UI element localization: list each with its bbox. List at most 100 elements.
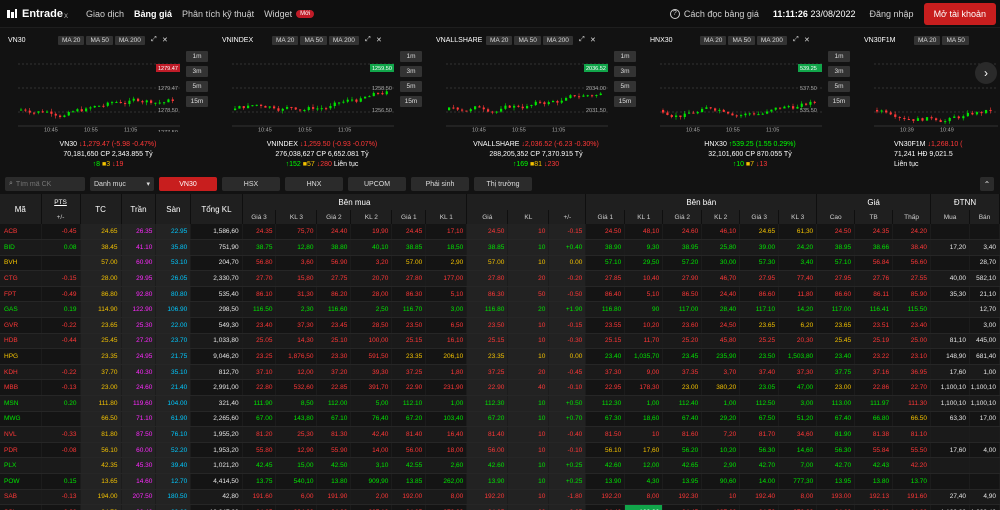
login-link[interactable]: Đăng nhập (870, 9, 914, 19)
expand-icon[interactable]: ⤢ (150, 36, 158, 44)
ma-toggle-3[interactable]: MA 200 (114, 35, 145, 45)
table-row-nvl[interactable]: NVL -0.33 81.80 87.50 76.10 1,955,20 81.20 25,3… (0, 426, 1000, 443)
ma-toggle-2[interactable]: MA 50 (942, 35, 969, 45)
table-row-mwg[interactable]: MWG 66.50 71.10 61.90 2,265,60 67.00 143,80 67.… (0, 411, 1000, 428)
search-input[interactable] (15, 180, 82, 188)
timeframe-5m[interactable]: 5m (400, 81, 422, 92)
cell-ask-vol-3: 7,00 (778, 457, 818, 474)
table-row-ssi[interactable]: SSI-0.3824.7026.4023.0018,347,2024.25294… (0, 504, 1000, 510)
candlestick-chart[interactable]: 539.25 537.50 535.50 10:45 10:55 11:05 (658, 48, 824, 132)
table-row-pdr[interactable]: PDR -0.08 56.10 60.00 52.20 1,953,20 55.80 12,9… (0, 442, 1000, 459)
table-row-pow[interactable]: POW 0.15 13.65 14.60 12.70 4,414,50 13.75 540,1… (0, 473, 1000, 490)
table-row-fpt[interactable]: FPT -0.49 86.80 92.80 80.80 535,40 86.10 31,30 8… (0, 286, 1000, 303)
brand-logo[interactable]: Entrade X (6, 8, 86, 20)
candle-body (770, 109, 773, 112)
expand-icon[interactable]: ⤢ (578, 36, 586, 44)
close-icon[interactable]: ✕ (803, 36, 811, 44)
timeframe-1m[interactable]: 1m (186, 51, 208, 62)
candle-body (290, 107, 293, 109)
col-thap[interactable]: Thấp (892, 210, 932, 224)
tab-hsx[interactable]: HSX (222, 177, 280, 191)
ma-toggle-1[interactable]: MA 20 (486, 35, 513, 45)
chevron-right-icon[interactable]: › (975, 62, 997, 84)
nav-phan-tich[interactable]: Phân tích kỹ thuật (182, 9, 254, 19)
ma-toggle-3[interactable]: MA 200 (328, 35, 359, 45)
nav-giao-dich[interactable]: Giao dịch (86, 9, 124, 19)
open-account-button[interactable]: Mở tài khoản (923, 2, 996, 25)
col-mua[interactable]: Mua (930, 210, 971, 224)
help-link[interactable]: ? Cách đọc bảng giá (669, 8, 759, 19)
table-row-plx[interactable]: PLX 42.35 45.30 39.40 1,021,20 42.45 15,00 42.5… (0, 457, 1000, 474)
timeframe-15m[interactable]: 15m (186, 96, 208, 107)
timeframe-1m[interactable]: 1m (828, 51, 850, 62)
timeframe-1m[interactable]: 1m (614, 51, 636, 62)
candlestick-chart[interactable]: 10:39 10:49 (872, 48, 1000, 132)
chevron-up-icon[interactable]: ⌃ (980, 177, 994, 191)
nav-widget[interactable]: Widget (264, 9, 292, 19)
col-gia[interactable]: Giá (466, 210, 509, 224)
table-row-bvh[interactable]: BVH 57.00 60.90 53.10 204,70 56.80 3,60 56.90 3,… (0, 255, 1000, 272)
col-tran[interactable]: Trần (121, 194, 157, 224)
timeframe-3m[interactable]: 3m (400, 66, 422, 77)
ma-toggle-1[interactable]: MA 20 (58, 35, 85, 45)
close-icon[interactable]: ✕ (161, 36, 169, 44)
table-row-bid[interactable]: BID 0.08 38.45 41.10 35.80 751,90 38.75 12,80 38… (0, 239, 1000, 256)
col-pm[interactable]: +/- (41, 210, 81, 224)
timeframe-3m[interactable]: 3m (186, 66, 208, 77)
table-row-kdh[interactable]: KDH -0.22 37.70 40.30 35.10 812,70 37.10 12,00 3… (0, 364, 1000, 381)
tab-upcom[interactable]: UPCOM (348, 177, 406, 191)
col-san[interactable]: Sàn (155, 194, 192, 224)
cell-avg: 23.51 (854, 317, 894, 334)
timeframe-1m[interactable]: 1m (400, 51, 422, 62)
ma-toggle-3[interactable]: MA 200 (756, 35, 787, 45)
ma-toggle-3[interactable]: MA 200 (542, 35, 573, 45)
tab-thi-truong[interactable]: Thị trường (474, 177, 532, 191)
timeframe-15m[interactable]: 15m (400, 96, 422, 107)
timeframe-15m[interactable]: 15m (614, 96, 636, 107)
table-row-msn[interactable]: MSN 0.20 111.80 119.60 104.00 321,40 111.90 8,5… (0, 395, 1000, 412)
expand-icon[interactable]: ⤢ (792, 36, 800, 44)
timeframe-3m[interactable]: 3m (828, 66, 850, 77)
candlestick-chart[interactable]: 1279.47 1279.47 1278.50 1277.50 10:45 10:55 11… (16, 48, 182, 132)
table-row-gas[interactable]: GAS 0.19 114.90 122.90 106.90 298,50 116.50 2,3… (0, 301, 1000, 319)
timeframe-5m[interactable]: 5m (828, 81, 850, 92)
col-tb[interactable]: TB (854, 210, 894, 224)
col-cao[interactable]: Cao (816, 210, 856, 224)
ma-toggle-1[interactable]: MA 20 (914, 35, 941, 45)
close-icon[interactable]: ✕ (375, 36, 383, 44)
table-row-hdb[interactable]: HDB -0.44 25.45 27.20 23.70 1,033,80 25.05 14,3… (0, 333, 1000, 350)
table-row-sab[interactable]: SAB -0.13 194.00 207.50 180.50 42,80 191.60 6,0… (0, 489, 1000, 506)
expand-icon[interactable]: ⤢ (364, 36, 372, 44)
col-total[interactable]: Tổng KL (190, 194, 243, 224)
timeframe-3m[interactable]: 3m (614, 66, 636, 77)
col-symbol[interactable]: Mã (0, 194, 42, 224)
nav-bang-gia[interactable]: Bảng giá (134, 9, 172, 19)
category-select[interactable]: Danh mục ▾ (90, 177, 154, 191)
timeframe-15m[interactable]: 15m (828, 96, 850, 107)
table-row-ctg[interactable]: CTG -0.15 28.00 29.95 26.05 2,330,70 27.70 15,8… (0, 270, 1000, 287)
col-ban[interactable]: Bán (969, 210, 1000, 224)
col-pm2[interactable]: +/- (548, 210, 587, 224)
table-row-mbb[interactable]: MBB -0.13 23.00 24.60 21.40 2,991,00 22.80 532,… (0, 379, 1000, 397)
tab-phai-sinh[interactable]: Phái sinh (411, 177, 469, 191)
table-row-gvr[interactable]: GVR -0.22 23.65 25.30 22.00 549,30 23.40 37,30 2… (0, 317, 1000, 334)
ma-toggle-2[interactable]: MA 50 (728, 35, 755, 45)
col-kl[interactable]: KL (507, 210, 550, 224)
tab-hnx[interactable]: HNX (285, 177, 343, 191)
cell-low: 66.50 (892, 411, 932, 428)
close-icon[interactable]: ✕ (589, 36, 597, 44)
timeframe-5m[interactable]: 5m (186, 81, 208, 92)
search-box[interactable]: ⌕ (5, 177, 85, 191)
table-row-hpg[interactable]: HPG 23.35 24.95 21.75 9,046,20 23.25 1,876,50 2… (0, 348, 1000, 365)
ma-toggle-1[interactable]: MA 20 (272, 35, 299, 45)
timeframe-5m[interactable]: 5m (614, 81, 636, 92)
col-tc[interactable]: TC (80, 194, 122, 224)
ma-toggle-2[interactable]: MA 50 (86, 35, 113, 45)
ma-toggle-2[interactable]: MA 50 (300, 35, 327, 45)
ma-toggle-1[interactable]: MA 20 (700, 35, 727, 45)
candlestick-chart[interactable]: 1259.50 1258.50 1256.50 10:45 10:55 11:05 (230, 48, 396, 132)
table-row-acb[interactable]: ACB -0.45 24.65 26.35 22.95 1,586,60 24.35 75,7… (0, 224, 1000, 241)
tab-vn30[interactable]: VN30 (159, 177, 217, 191)
ma-toggle-2[interactable]: MA 50 (514, 35, 541, 45)
candlestick-chart[interactable]: 2036.52 2034.00 2031.50 10:45 10:55 11:05 (444, 48, 610, 132)
